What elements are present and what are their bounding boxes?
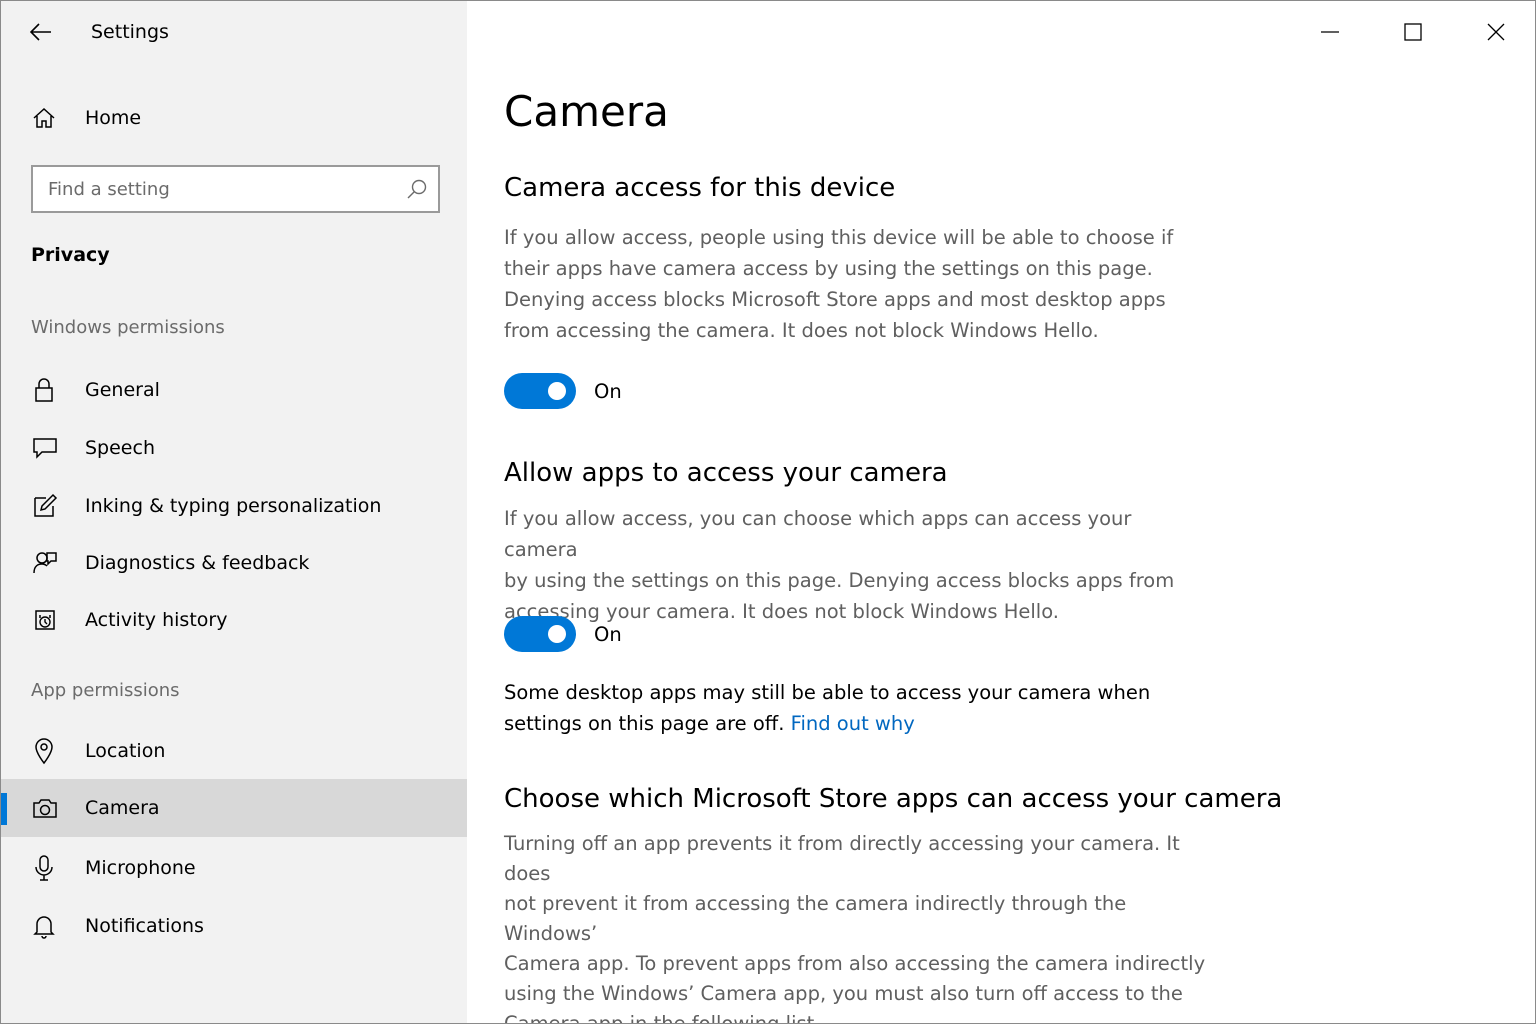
description-line: Denying access blocks Microsoft Store ap… [504,288,1166,311]
apps-access-toggle-row: On [504,616,622,652]
device-access-description: If you allow access, people using this d… [504,222,1194,346]
toggle-state-label: On [594,379,622,403]
main-content: Camera Camera access for this device If … [467,1,1535,1024]
toggle-knob [548,625,566,643]
back-button[interactable] [1,1,85,63]
location-pin-icon [1,726,85,776]
sidebar-item-label: Inking & typing personalization [85,495,382,517]
settings-window: Settings Home Privacy Windows permission… [0,0,1536,1024]
sidebar-item-inking[interactable]: Inking & typing personalization [1,477,467,535]
device-access-heading: Camera access for this device [504,173,896,203]
note-line: settings on this page are off. Find out … [504,708,1194,739]
sidebar-item-diagnostics[interactable]: Diagnostics & feedback [1,534,467,592]
windows-permissions-header: Windows permissions [31,317,225,338]
app-title: Settings [91,21,169,43]
toggle-knob [548,382,566,400]
store-apps-heading: Choose which Microsoft Store apps can ac… [504,784,1283,814]
sidebar-item-speech[interactable]: Speech [1,419,467,477]
microphone-icon [1,843,85,893]
bell-icon [1,901,85,951]
find-out-why-link[interactable]: Find out why [791,712,915,735]
sidebar-item-microphone[interactable]: Microphone [1,839,467,897]
home-icon [1,93,85,143]
description-line: Turning off an app prevents it from dire… [504,832,1180,885]
store-apps-description: Turning off an app prevents it from dire… [504,829,1224,1024]
sidebar-item-label: Home [85,107,142,129]
apps-access-heading: Allow apps to access your camera [504,458,948,488]
description-line: not prevent it from accessing the camera… [504,892,1127,945]
maximize-button[interactable] [1371,1,1454,63]
sidebar-item-label: Speech [85,437,155,459]
description-line: their apps have camera access by using t… [504,257,1153,280]
description-line: If you allow access, you can choose whic… [504,507,1132,561]
diagnostics-icon [1,538,85,588]
sidebar-item-label: Notifications [85,915,204,937]
description-line: If you allow access, people using this d… [504,226,1174,249]
minimize-icon [1320,31,1339,33]
description-line: by using the settings on this page. Deny… [504,569,1175,592]
window-controls [1288,1,1535,63]
inking-icon [1,481,85,531]
sidebar-item-label: Diagnostics & feedback [85,552,310,574]
app-permissions-header: App permissions [31,680,180,701]
sidebar-item-camera[interactable]: Camera [1,779,467,837]
sidebar-item-general[interactable]: General [1,361,467,419]
page-title: Camera [504,87,669,136]
camera-icon [1,783,85,833]
sidebar-item-location[interactable]: Location [1,722,467,780]
section-title: Privacy [31,244,110,266]
description-line: from accessing the camera. It does not b… [504,319,1099,342]
maximize-icon [1403,23,1422,41]
apps-access-toggle[interactable] [504,616,576,652]
sidebar-item-notifications[interactable]: Notifications [1,897,467,955]
activity-history-icon [1,595,85,645]
description-line: Camera app. To prevent apps from also ac… [504,952,1206,975]
sidebar-item-label: General [85,379,160,401]
apps-access-description: If you allow access, you can choose whic… [504,503,1194,627]
device-access-toggle[interactable] [504,373,576,409]
sidebar-item-label: Microphone [85,857,196,879]
minimize-button[interactable] [1288,1,1371,63]
note-line: Some desktop apps may still be able to a… [504,681,1151,704]
description-line: Camera app in the following list. [504,1012,821,1024]
close-icon [1487,23,1504,41]
search-input[interactable] [48,178,388,200]
sidebar-item-home[interactable]: Home [1,93,467,143]
search-box [31,165,440,213]
desktop-apps-note: Some desktop apps may still be able to a… [504,677,1194,739]
note-text: settings on this page are off. [504,712,791,735]
lock-icon [1,365,85,415]
device-access-toggle-row: On [504,373,622,409]
description-line: using the Windows’ Camera app, you must … [504,982,1183,1005]
toggle-state-label: On [594,622,622,646]
search-icon[interactable] [406,178,428,200]
sidebar-item-label: Camera [85,797,160,819]
sidebar-item-activity-history[interactable]: Activity history [1,591,467,649]
title-bar-left: Settings [1,1,467,63]
back-arrow-icon [30,23,51,41]
sidebar-item-label: Activity history [85,609,228,631]
sidebar-item-label: Location [85,740,166,762]
close-button[interactable] [1454,1,1535,63]
speech-icon [1,423,85,473]
sidebar: Settings Home Privacy Windows permission… [1,1,467,1023]
